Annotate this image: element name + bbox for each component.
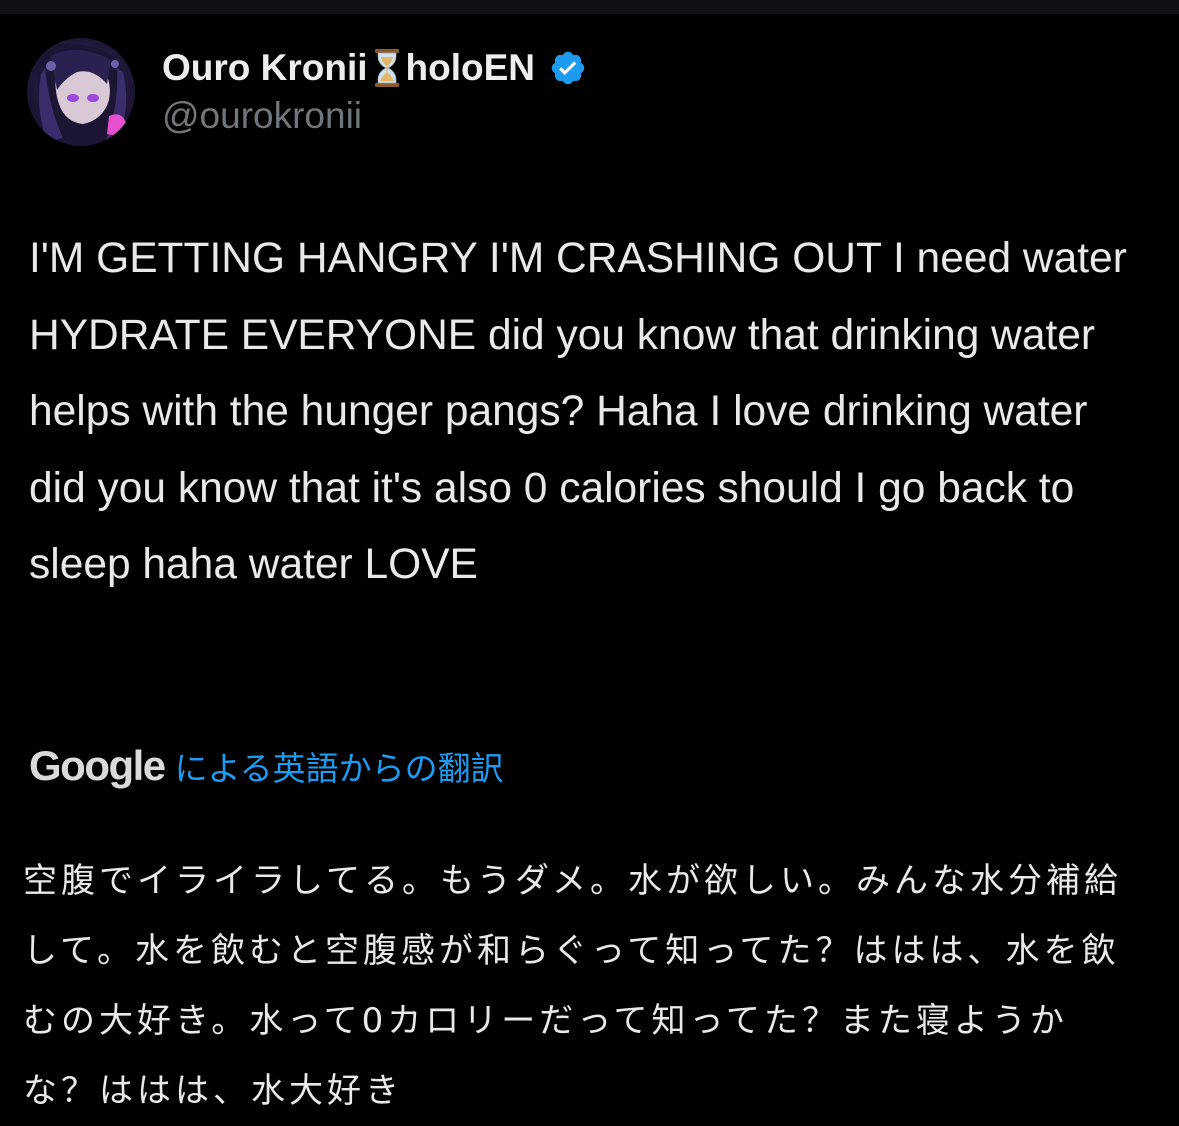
verified-badge-icon	[549, 49, 587, 87]
hourglass-icon	[374, 48, 400, 88]
google-logo: Google	[29, 742, 166, 789]
tweet-card[interactable]: Ouro Kronii holoEN @ourokronii I'M GETTI…	[0, 14, 1179, 1126]
top-divider	[0, 0, 1179, 14]
author-names: Ouro Kronii holoEN @ourokronii	[162, 46, 587, 138]
tweet-body-text: I'M GETTING HANGRY I'M CRASHING OUT I ne…	[29, 235, 1127, 588]
translation-attribution: Google による英語からの翻訳	[29, 742, 504, 790]
tweet-header: Ouro Kronii holoEN @ourokronii	[27, 38, 587, 146]
author-handle[interactable]: @ourokronii	[162, 94, 587, 138]
display-name[interactable]: Ouro Kronii	[162, 46, 368, 90]
display-name-suffix[interactable]: holoEN	[406, 46, 535, 90]
display-name-row[interactable]: Ouro Kronii holoEN	[162, 46, 587, 90]
avatar[interactable]	[27, 38, 135, 146]
translated-tweet-text: 空腹でイライラしてる。もうダメ。水が欲しい。みんな水分補給して。水を飲むと空腹感…	[23, 861, 1122, 1111]
translation-label-link[interactable]: による英語からの翻訳	[175, 742, 504, 790]
